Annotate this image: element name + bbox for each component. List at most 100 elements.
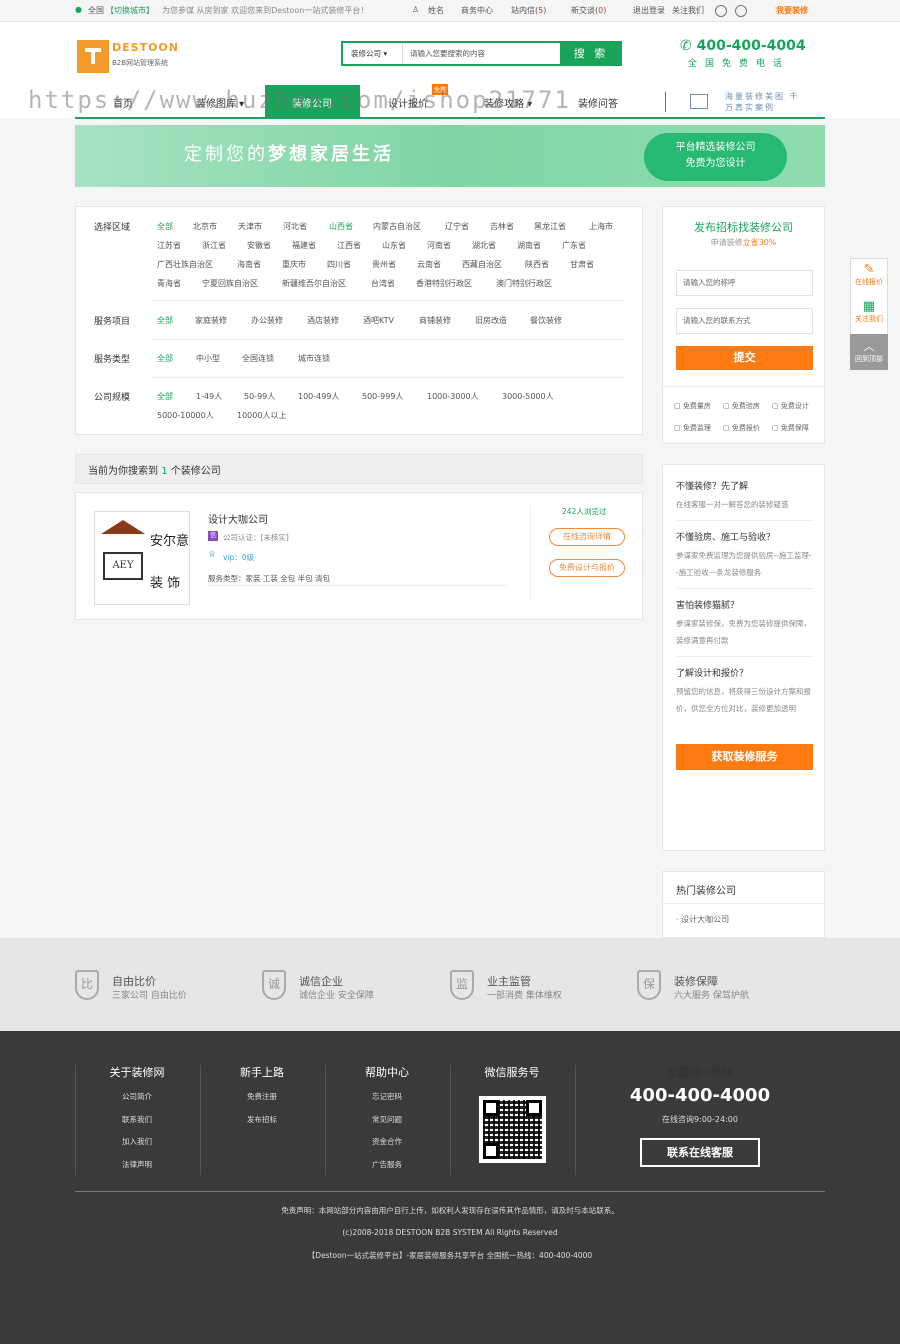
size-option[interactable]: 50-99人: [244, 391, 275, 402]
region-option[interactable]: 新疆维吾尔自治区: [282, 278, 346, 289]
service-option[interactable]: 全部: [157, 315, 173, 326]
footer-link[interactable]: 忘记密码: [332, 1091, 442, 1102]
online-quote-float[interactable]: ✎ 在线报价: [851, 262, 887, 287]
size-option[interactable]: 1000-3000人: [427, 391, 479, 402]
region-option[interactable]: 吉林省: [490, 221, 514, 232]
region-option[interactable]: 重庆市: [282, 259, 306, 270]
wechat-icon[interactable]: [735, 5, 747, 17]
region-option[interactable]: 四川省: [327, 259, 351, 270]
region-option[interactable]: 山东省: [382, 240, 406, 251]
new-chat-link[interactable]: 新交谈(0): [571, 5, 606, 16]
get-service-button[interactable]: 获取装修服务: [676, 744, 813, 770]
region-option[interactable]: 澳门特别行政区: [496, 278, 552, 289]
type-option[interactable]: 全国连锁: [242, 353, 274, 364]
logout-link[interactable]: 退出登录: [633, 5, 665, 16]
region-option[interactable]: 海南省: [237, 259, 261, 270]
footer-link[interactable]: 资金合作: [332, 1136, 442, 1147]
region-option[interactable]: 安徽省: [247, 240, 271, 251]
size-option[interactable]: 500-999人: [362, 391, 403, 402]
company-name[interactable]: 设计大咖公司: [208, 511, 268, 526]
name-input[interactable]: 请输入您的称呼: [676, 270, 813, 296]
service-option[interactable]: 家庭装修: [195, 315, 227, 326]
region-option[interactable]: 贵州省: [372, 259, 396, 270]
size-option[interactable]: 10000人以上: [237, 410, 286, 421]
free-design-quote-button[interactable]: 免费设计与报价: [549, 559, 625, 577]
company-logo[interactable]: AEY 安尔意 装 饰: [94, 511, 190, 605]
nav-divider: [665, 92, 666, 112]
footer-link[interactable]: 联系我们: [82, 1114, 192, 1125]
region-option[interactable]: 广西壮族自治区: [157, 259, 213, 270]
footer-link[interactable]: 广告服务: [332, 1159, 442, 1170]
switch-city-link[interactable]: 【切换城市】: [106, 5, 154, 16]
banner-cta-button[interactable]: 平台精选装修公司 免费为您设计: [644, 133, 787, 181]
region-option[interactable]: 上海市: [589, 221, 613, 232]
i-want-decorate-link[interactable]: 我要装修: [776, 5, 808, 16]
contact-service-button[interactable]: 联系在线客服: [640, 1138, 760, 1167]
qa-answer: 预留您的信息，将获得三份设计方案和报价，供您全方位对比，装修更加透明: [676, 687, 811, 713]
region-option[interactable]: 全部: [157, 221, 173, 232]
size-option[interactable]: 1-49人: [196, 391, 222, 402]
region-option[interactable]: 内蒙古自治区: [373, 221, 421, 232]
region-option[interactable]: 河南省: [427, 240, 451, 251]
region-option[interactable]: 北京市: [193, 221, 217, 232]
weibo-icon[interactable]: [715, 5, 727, 17]
follow-us-link[interactable]: 关注我们: [672, 5, 704, 16]
region-option[interactable]: 辽宁省: [445, 221, 469, 232]
footer-link[interactable]: 加入我们: [82, 1136, 192, 1147]
region-option[interactable]: 甘肃省: [570, 259, 594, 270]
size-option[interactable]: 5000-10000人: [157, 410, 214, 421]
service-option[interactable]: 办公装修: [251, 315, 283, 326]
footer-link[interactable]: 免费注册: [207, 1091, 317, 1102]
region-option[interactable]: 广东省: [562, 240, 586, 251]
region-option[interactable]: 山西省: [329, 221, 353, 232]
type-option[interactable]: 中小型: [196, 353, 220, 364]
search-button[interactable]: 搜 索: [560, 41, 622, 66]
perk-item: ▢ 免费量房: [674, 401, 711, 411]
region-option[interactable]: 宁夏回族自治区: [202, 278, 258, 289]
search-category-select[interactable]: 装修公司 ▾: [343, 43, 403, 64]
region-option[interactable]: 江西省: [337, 240, 361, 251]
region-option[interactable]: 福建省: [292, 240, 316, 251]
region-option[interactable]: 青海省: [157, 278, 181, 289]
back-to-top-button[interactable]: ︿ 回到顶部: [850, 334, 888, 370]
footer-link[interactable]: 发布招标: [207, 1114, 317, 1125]
footer-link[interactable]: 法律声明: [82, 1159, 192, 1170]
logo-icon[interactable]: [77, 40, 109, 73]
footer-link[interactable]: 常见问题: [332, 1114, 442, 1125]
region-option[interactable]: 湖北省: [472, 240, 496, 251]
region-option[interactable]: 香港特别行政区: [416, 278, 472, 289]
region-option[interactable]: 江苏省: [157, 240, 181, 251]
type-option[interactable]: 城市连锁: [298, 353, 330, 364]
contact-input[interactable]: 请输入您的联系方式: [676, 308, 813, 334]
region-option[interactable]: 天津市: [238, 221, 262, 232]
region-option[interactable]: 西藏自治区: [462, 259, 502, 270]
nav-promo[interactable]: 海量装修美图 千万真实案例: [725, 91, 805, 113]
submit-button[interactable]: 提交: [676, 346, 813, 370]
hot-company-item[interactable]: · 设计大咖公司: [676, 914, 729, 925]
region-option[interactable]: 黑龙江省: [534, 221, 566, 232]
nav-qa[interactable]: 装修问答: [578, 95, 618, 110]
follow-float[interactable]: ▦ 关注我们: [851, 299, 887, 324]
service-option[interactable]: 旧房改造: [475, 315, 507, 326]
region-option[interactable]: 湖南省: [517, 240, 541, 251]
inbox-link[interactable]: 站内信(5): [511, 5, 546, 16]
service-option[interactable]: 酒吧KTV: [363, 315, 394, 326]
size-option[interactable]: 全部: [157, 391, 173, 402]
service-option[interactable]: 商铺装修: [419, 315, 451, 326]
online-consult-button[interactable]: 在线咨询详情: [549, 528, 625, 546]
search-input[interactable]: 请输入您要搜索的内容: [410, 43, 558, 64]
region-option[interactable]: 云南省: [417, 259, 441, 270]
service-option[interactable]: 酒店装修: [307, 315, 339, 326]
size-option[interactable]: 100-499人: [298, 391, 339, 402]
location-pin-icon: ●: [75, 5, 82, 14]
type-option[interactable]: 全部: [157, 353, 173, 364]
region-option[interactable]: 浙江省: [202, 240, 226, 251]
region-option[interactable]: 河北省: [283, 221, 307, 232]
size-option[interactable]: 3000-5000人: [502, 391, 554, 402]
business-center-link[interactable]: 商务中心: [461, 5, 493, 16]
region-option[interactable]: 陕西省: [525, 259, 549, 270]
footer-link[interactable]: 公司简介: [82, 1091, 192, 1102]
region-option[interactable]: 台湾省: [371, 278, 395, 289]
service-option[interactable]: 餐饮装修: [530, 315, 562, 326]
user-name-link[interactable]: 姓名: [428, 5, 444, 16]
